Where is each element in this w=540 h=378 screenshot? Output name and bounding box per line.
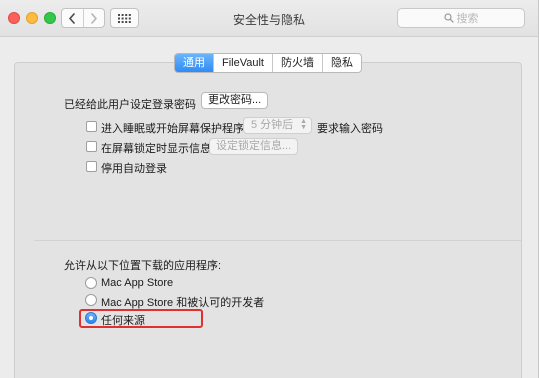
show-message-checkbox[interactable]	[86, 141, 97, 152]
tab-filevault[interactable]: FileVault	[213, 54, 272, 72]
password-delay-select[interactable]: 5 分钟后 ▲ ▼	[243, 117, 312, 134]
search-icon	[443, 13, 454, 23]
disable-auto-login-label: 停用自动登录	[101, 163, 167, 175]
search-placeholder: 搜索	[456, 13, 479, 25]
title-bar: 安全性与隐私 搜索	[0, 0, 538, 37]
require-password-suffix: 要求输入密码	[317, 123, 383, 135]
set-lock-message-button[interactable]: 设定锁定信息...	[209, 138, 299, 155]
tab-bar: 通用 FileVault 防火墙 隐私	[174, 53, 362, 73]
require-password-checkbox[interactable]	[86, 121, 97, 132]
radio-mac-app-store[interactable]	[85, 277, 97, 289]
tab-general[interactable]: 通用	[175, 54, 213, 72]
popup-arrows-icon: ▲ ▼	[300, 118, 307, 131]
option-identified-developers-label: Mac App Store 和被认可的开发者	[101, 297, 265, 309]
show-message-label: 在屏幕锁定时显示信息	[101, 143, 211, 155]
tab-privacy[interactable]: 隐私	[321, 54, 361, 72]
search-field[interactable]: 搜索	[397, 8, 525, 28]
annotation-highlight-box	[79, 309, 203, 328]
option-mac-app-store-label: Mac App Store	[101, 277, 174, 289]
password-set-label: 已经给此用户设定登录密码	[64, 99, 196, 111]
downloads-heading: 允许从以下位置下载的应用程序:	[64, 260, 222, 272]
require-password-label: 进入睡眠或开始屏幕保护程序	[101, 123, 244, 135]
change-password-button[interactable]: 更改密码...	[201, 92, 269, 109]
radio-identified-developers[interactable]	[85, 294, 97, 306]
disable-auto-login-checkbox[interactable]	[86, 161, 97, 172]
preferences-window: 安全性与隐私 搜索 通用 FileVault 防火墙 隐私 已经给此用户设定登录…	[0, 0, 539, 378]
section-divider	[34, 240, 521, 241]
password-delay-value: 5 分钟后	[251, 119, 294, 131]
tab-firewall[interactable]: 防火墙	[271, 54, 322, 72]
